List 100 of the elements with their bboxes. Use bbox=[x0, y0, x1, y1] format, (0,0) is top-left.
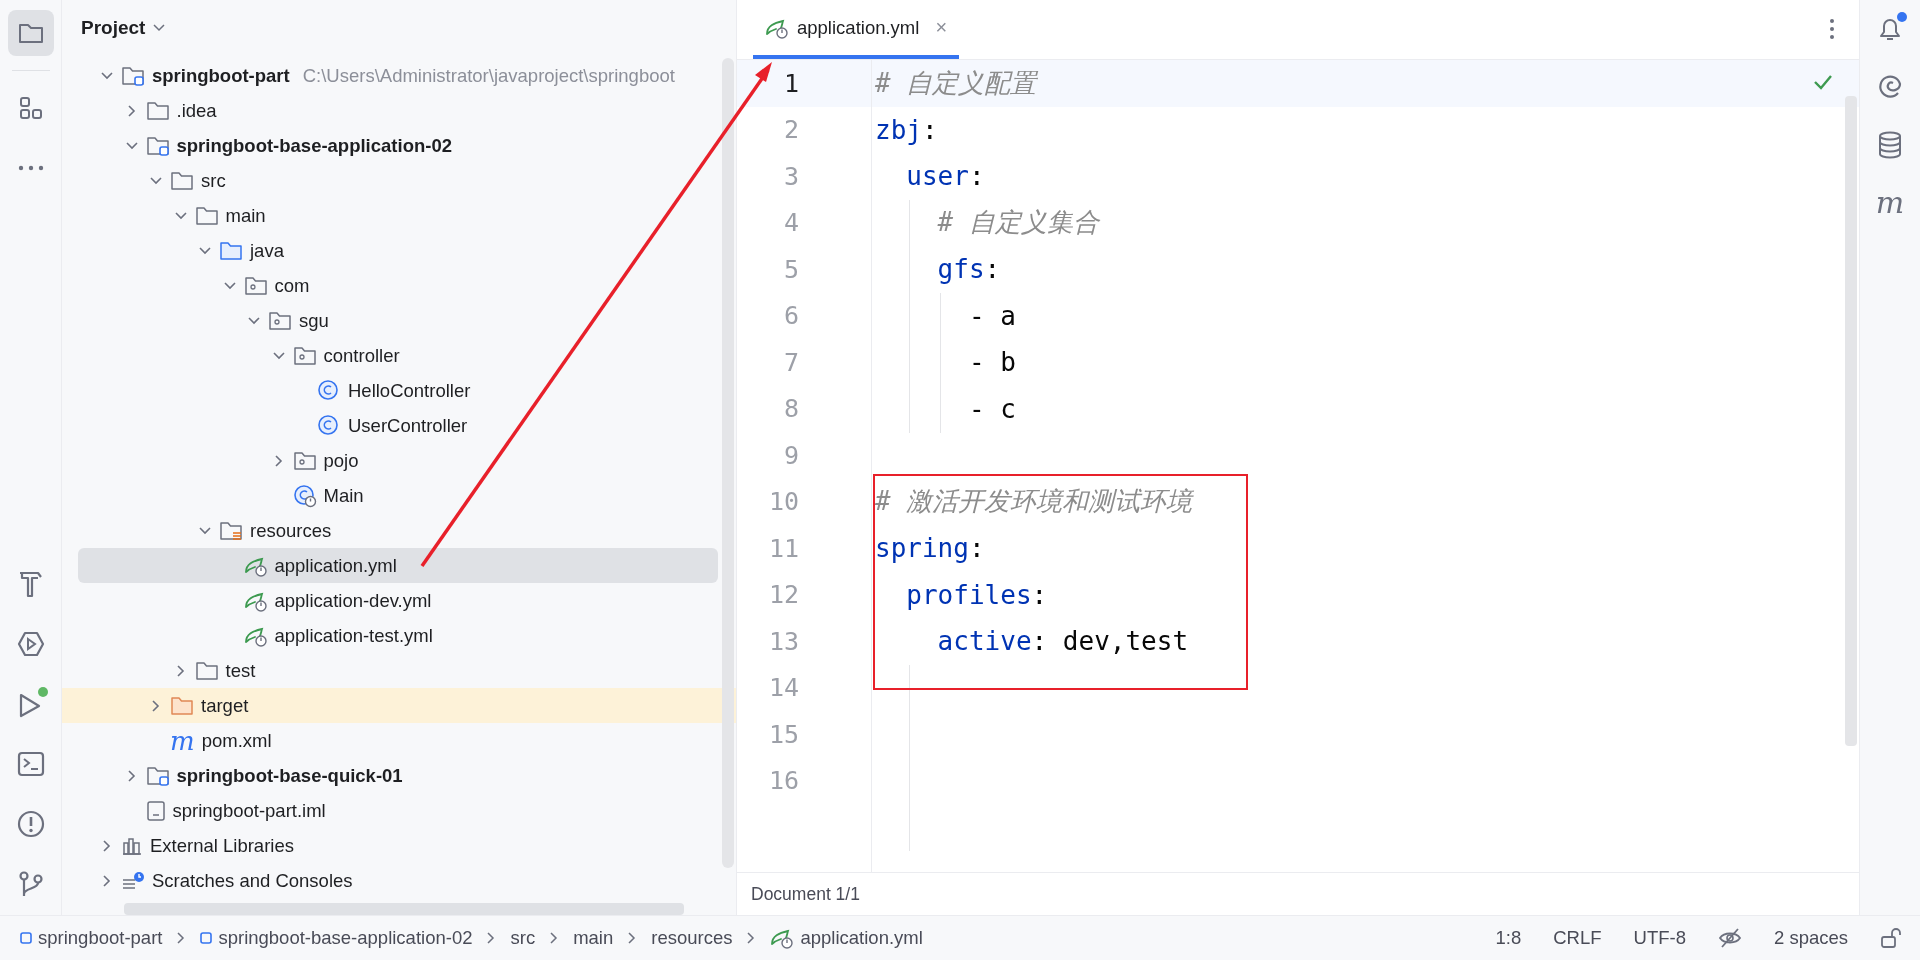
tree-item[interactable]: application.yml bbox=[78, 548, 718, 583]
inspection-off-icon[interactable] bbox=[1717, 927, 1742, 949]
tool-window-button[interactable]: m bbox=[1867, 180, 1913, 226]
line-number: 14 bbox=[767, 673, 799, 703]
check-icon[interactable] bbox=[1813, 74, 1833, 90]
problems-icon bbox=[16, 810, 45, 838]
breadcrumb[interactable]: main bbox=[573, 927, 614, 949]
lock-icon[interactable] bbox=[1880, 927, 1902, 949]
code-line: - b bbox=[967, 347, 1016, 378]
code-line: # 自定义配置 bbox=[875, 66, 1037, 100]
tree-item[interactable]: .idea bbox=[78, 93, 718, 128]
line-number: 10 bbox=[767, 487, 799, 517]
line-number: 6 bbox=[782, 301, 799, 331]
folder-icon bbox=[194, 659, 219, 682]
code-line: - c bbox=[967, 393, 1016, 424]
code-line: - a bbox=[967, 300, 1016, 331]
breadcrumb[interactable]: application.yml bbox=[770, 927, 923, 949]
line-number: 16 bbox=[767, 766, 799, 796]
line-number: 15 bbox=[767, 719, 799, 749]
chevron-icon bbox=[746, 931, 757, 945]
tree-item[interactable]: src bbox=[78, 163, 718, 198]
scrollbar[interactable] bbox=[124, 903, 684, 915]
line-number: 11 bbox=[767, 533, 799, 563]
tree-item[interactable]: Scratches and Consoles bbox=[78, 863, 718, 898]
tree-item[interactable]: controller bbox=[78, 338, 718, 373]
services-icon bbox=[16, 630, 45, 658]
scrollbar[interactable] bbox=[1845, 96, 1857, 746]
leaf-icon bbox=[770, 927, 795, 949]
code-line: gfs: bbox=[936, 254, 1001, 285]
tree-item[interactable]: springboot-part.iml bbox=[78, 793, 718, 828]
maven-icon: m bbox=[170, 727, 195, 754]
status-item[interactable]: 2 spaces bbox=[1773, 927, 1848, 949]
line-number: 4 bbox=[782, 208, 799, 238]
tree-item[interactable]: application-test.yml bbox=[78, 618, 718, 653]
document-count: Document 1/1 bbox=[751, 883, 860, 905]
status-item[interactable]: 1:8 bbox=[1495, 927, 1522, 949]
status-item[interactable]: UTF-8 bbox=[1633, 927, 1686, 949]
tree-item[interactable]: springboot-base-quick-01 bbox=[78, 758, 718, 793]
spiral-icon bbox=[1876, 73, 1904, 101]
code-line: profiles: bbox=[905, 579, 1048, 610]
class-icon bbox=[292, 483, 317, 508]
panel-title[interactable]: Project bbox=[81, 17, 146, 39]
tree-item[interactable]: m pom.xml bbox=[78, 723, 718, 758]
module-folder-icon bbox=[145, 764, 170, 787]
tree-item[interactable]: test bbox=[78, 653, 718, 688]
dropdown-icon[interactable] bbox=[153, 24, 166, 32]
tree-item[interactable]: pojo bbox=[78, 443, 718, 478]
tree-item[interactable]: com bbox=[78, 268, 718, 303]
tool-window-button[interactable] bbox=[7, 10, 54, 56]
breadcrumb[interactable]: src bbox=[510, 927, 536, 949]
breadcrumb[interactable]: springboot-base-application-02 bbox=[200, 927, 473, 949]
line-number: 1 bbox=[782, 68, 799, 98]
notification-dot bbox=[1897, 12, 1907, 22]
package-folder-icon bbox=[268, 309, 292, 332]
tree-item[interactable]: UserController bbox=[78, 408, 718, 443]
tree-item[interactable]: HelloController bbox=[78, 373, 718, 408]
breadcrumb[interactable]: resources bbox=[651, 927, 733, 949]
code-line: # 激活开发环境和测试环境 bbox=[875, 485, 1193, 519]
more-icon bbox=[17, 165, 44, 171]
class-icon bbox=[317, 413, 341, 438]
library-icon bbox=[121, 835, 143, 856]
tree-item[interactable]: sgu bbox=[78, 303, 718, 338]
code-line: spring: bbox=[875, 533, 985, 564]
chevron-icon bbox=[549, 931, 560, 945]
folder-icon bbox=[170, 169, 194, 192]
line-number: 3 bbox=[782, 161, 799, 191]
code-line: zbj: bbox=[875, 114, 938, 145]
code-line: active: dev,test bbox=[936, 626, 1189, 657]
folder-icon bbox=[194, 204, 219, 227]
code-line: # 自定义集合 bbox=[936, 206, 1099, 240]
file-icon bbox=[145, 799, 166, 822]
terminal-icon bbox=[16, 751, 45, 777]
breadcrumb[interactable]: springboot-part bbox=[20, 927, 163, 949]
resource-folder-icon bbox=[219, 519, 243, 542]
tree-item[interactable]: Main bbox=[78, 478, 718, 513]
tree-item[interactable]: External Libraries bbox=[78, 828, 718, 863]
module-icon bbox=[20, 932, 32, 944]
chevron-icon bbox=[627, 931, 638, 945]
line-number: 13 bbox=[767, 626, 799, 656]
tree-item[interactable]: application-dev.yml bbox=[78, 583, 718, 618]
module-folder-icon bbox=[121, 64, 145, 87]
line-number: 9 bbox=[782, 440, 799, 470]
tree-item[interactable]: resources bbox=[78, 513, 718, 548]
hammer-icon bbox=[17, 570, 44, 598]
more-icon[interactable] bbox=[1829, 18, 1835, 40]
tree-item[interactable]: springboot-part C:\Users\Administrator\javaproject\springboot bbox=[78, 58, 718, 93]
line-number: 8 bbox=[782, 394, 799, 424]
module-icon bbox=[200, 932, 213, 944]
line-number: 12 bbox=[767, 580, 799, 610]
line-number: 2 bbox=[782, 115, 799, 145]
tree-item[interactable]: java bbox=[78, 233, 718, 268]
scrollbar[interactable] bbox=[722, 58, 734, 868]
maven-icon: m bbox=[1875, 188, 1905, 218]
tree-item[interactable]: main bbox=[78, 198, 718, 233]
tree-item[interactable]: springboot-base-application-02 bbox=[78, 128, 718, 163]
tab-label: application.yml bbox=[797, 16, 920, 39]
status-dot bbox=[37, 687, 48, 697]
line-number: 5 bbox=[782, 254, 799, 284]
status-item[interactable]: CRLF bbox=[1553, 927, 1602, 949]
structure-icon bbox=[18, 96, 43, 120]
